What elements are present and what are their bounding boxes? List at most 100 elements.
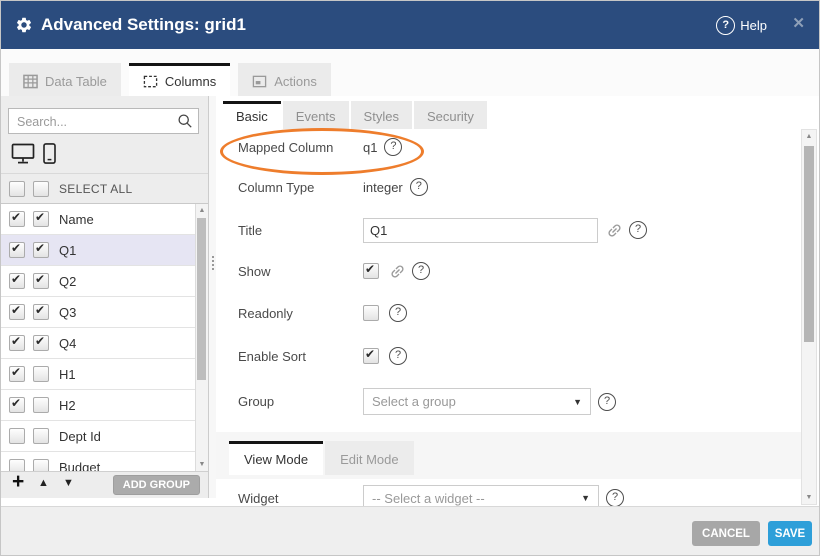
readonly-label: Readonly (238, 306, 363, 321)
select-all-desktop-checkbox[interactable] (9, 181, 25, 197)
desktop-checkbox[interactable] (9, 211, 25, 227)
mobile-checkbox[interactable] (33, 397, 49, 413)
tab-data-table[interactable]: Data Table (9, 63, 121, 96)
mobile-checkbox[interactable] (33, 335, 49, 351)
search-icon[interactable] (177, 113, 193, 129)
settings-scrollbar[interactable]: ▲ ▼ (801, 129, 817, 505)
desktop-checkbox[interactable] (9, 397, 25, 413)
desktop-checkbox[interactable] (9, 242, 25, 258)
help-icon[interactable] (629, 221, 647, 239)
desktop-checkbox[interactable] (9, 428, 25, 444)
mobile-checkbox[interactable] (33, 366, 49, 382)
column-row-budget[interactable]: Budget (1, 452, 208, 472)
move-down-button[interactable]: ▼ (63, 477, 74, 489)
help-icon[interactable] (598, 393, 616, 411)
search-box (8, 108, 199, 134)
link-icon[interactable] (385, 259, 409, 283)
help-icon[interactable] (389, 347, 407, 365)
column-row-h1[interactable]: H1 (1, 359, 208, 390)
enable-sort-row: Enable Sort (238, 347, 791, 365)
tab-security[interactable]: Security (414, 101, 487, 129)
select-all-label: SELECT ALL (59, 182, 133, 196)
tab-basic[interactable]: Basic (223, 101, 281, 129)
column-row-q2[interactable]: Q2 (1, 266, 208, 297)
device-toggle-row (11, 143, 56, 169)
column-name: Name (59, 212, 94, 227)
desktop-checkbox[interactable] (9, 335, 25, 351)
add-column-button[interactable]: + (12, 470, 24, 494)
tab-label: Events (296, 109, 336, 124)
mobile-checkbox[interactable] (33, 242, 49, 258)
column-type-row: Column Type integer (238, 178, 791, 196)
column-row-q1[interactable]: Q1 (1, 235, 208, 266)
select-all-mobile-checkbox[interactable] (33, 181, 49, 197)
column-row-h2[interactable]: H2 (1, 390, 208, 421)
column-name: Q4 (59, 336, 76, 351)
scroll-up-icon[interactable]: ▲ (196, 207, 208, 214)
tab-edit-mode[interactable]: Edit Mode (325, 441, 414, 475)
link-icon[interactable] (602, 218, 626, 242)
scrollbar-thumb[interactable] (804, 146, 814, 342)
mobile-checkbox[interactable] (33, 428, 49, 444)
search-input[interactable] (15, 110, 174, 134)
tab-label: Security (427, 109, 474, 124)
mapped-column-value: q1 (363, 140, 377, 155)
panel-splitter[interactable] (208, 96, 216, 498)
close-icon[interactable]: ✕ (792, 1, 805, 47)
column-name: Q3 (59, 305, 76, 320)
tab-label: Actions (274, 74, 317, 89)
column-row-q4[interactable]: Q4 (1, 328, 208, 359)
caret-down-icon: ▼ (581, 493, 590, 503)
mapped-column-row: Mapped Column q1 (238, 138, 791, 156)
column-row-q3[interactable]: Q3 (1, 297, 208, 328)
cancel-button[interactable]: CANCEL (692, 521, 760, 546)
help-icon[interactable] (412, 262, 430, 280)
tab-label: View Mode (244, 452, 308, 467)
tab-columns[interactable]: Columns (129, 63, 230, 96)
scroll-up-icon[interactable]: ▲ (802, 133, 816, 140)
column-name: H2 (59, 398, 76, 413)
mobile-icon[interactable] (43, 143, 56, 169)
tab-styles[interactable]: Styles (351, 101, 412, 129)
add-group-button[interactable]: ADD GROUP (113, 475, 200, 495)
tab-actions[interactable]: Actions (238, 63, 331, 96)
group-row: Group Select a group ▼ (238, 388, 791, 415)
tab-label: Data Table (45, 74, 107, 89)
dialog-footer: CANCEL SAVE (1, 506, 819, 556)
desktop-checkbox[interactable] (9, 366, 25, 382)
scrollbar-thumb[interactable] (197, 218, 206, 380)
help-button[interactable]: Help (716, 1, 767, 49)
scroll-down-icon[interactable]: ▼ (802, 494, 816, 501)
mode-tab-strip: View Mode Edit Mode (216, 432, 801, 479)
tab-events[interactable]: Events (283, 101, 349, 129)
column-list-scrollbar[interactable]: ▲ ▼ (195, 204, 208, 471)
column-type-label: Column Type (238, 180, 363, 195)
move-up-button[interactable]: ▲ (38, 477, 49, 489)
desktop-checkbox[interactable] (9, 304, 25, 320)
widget-select[interactable]: -- Select a widget -- ▼ (363, 485, 599, 507)
column-row-dept-id[interactable]: Dept Id (1, 421, 208, 452)
help-icon[interactable] (384, 138, 402, 156)
enable-sort-checkbox[interactable] (363, 348, 379, 364)
tab-view-mode[interactable]: View Mode (229, 441, 323, 475)
mobile-checkbox[interactable] (33, 211, 49, 227)
save-button[interactable]: SAVE (768, 521, 812, 546)
readonly-checkbox[interactable] (363, 305, 379, 321)
column-row-name[interactable]: Name (1, 204, 208, 235)
help-label: Help (740, 18, 767, 33)
desktop-checkbox[interactable] (9, 273, 25, 289)
scroll-down-icon[interactable]: ▼ (196, 461, 208, 468)
desktop-icon[interactable] (11, 143, 35, 169)
mobile-checkbox[interactable] (33, 304, 49, 320)
group-select-value: Select a group (372, 394, 456, 409)
show-checkbox[interactable] (363, 263, 379, 279)
mobile-checkbox[interactable] (33, 273, 49, 289)
help-icon[interactable] (389, 304, 407, 322)
group-select[interactable]: Select a group ▼ (363, 388, 591, 415)
gear-icon (15, 16, 33, 34)
select-all-row[interactable]: SELECT ALL (1, 173, 208, 203)
title-input[interactable] (363, 218, 598, 243)
help-icon[interactable] (410, 178, 428, 196)
show-label: Show (238, 264, 363, 279)
help-icon[interactable] (606, 489, 624, 506)
